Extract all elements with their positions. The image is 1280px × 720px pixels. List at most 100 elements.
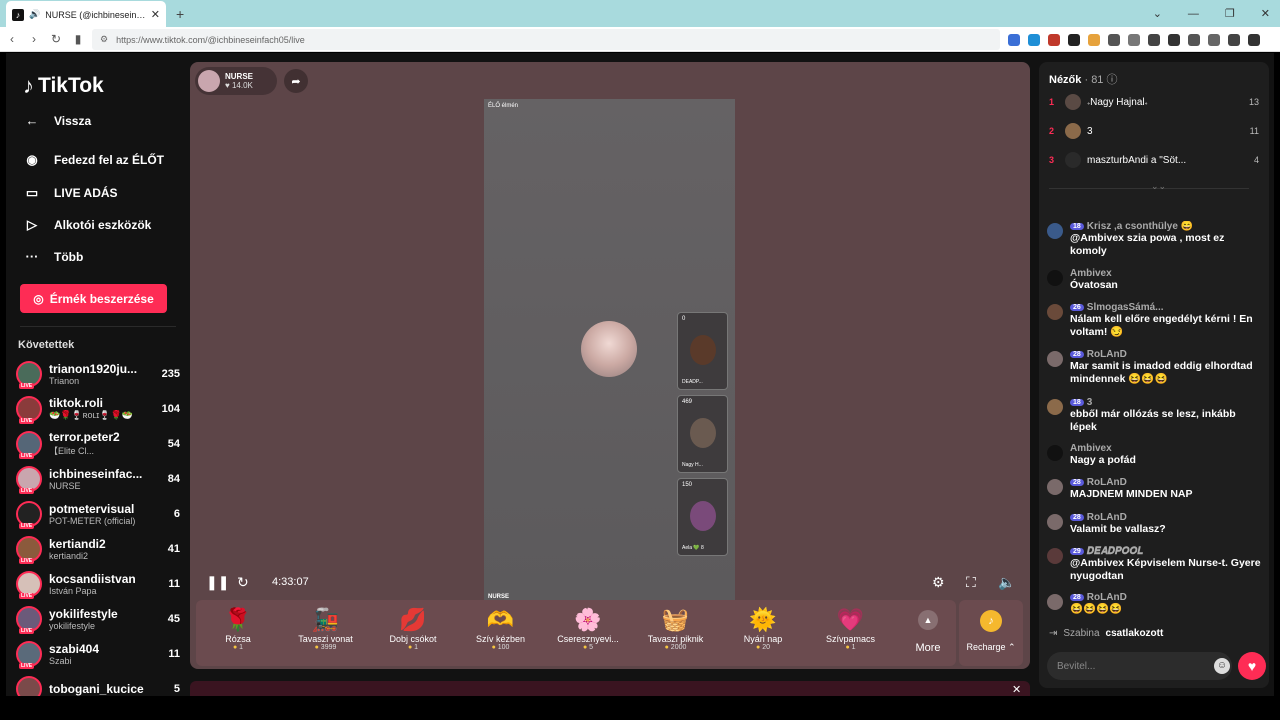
downloads-icon[interactable] [1208,33,1220,46]
top-viewer-row[interactable]: 3 maszturbAndi a "Söt... 4 [1049,150,1259,170]
minimize-button[interactable]: — [1188,8,1199,20]
emoji-icon[interactable]: ☺ [1214,658,1230,674]
info-icon[interactable]: ⓘ [1107,74,1118,86]
chat-input[interactable]: Bevitel... [1047,652,1232,680]
menu-icon[interactable] [1248,33,1260,46]
live-video-area: NURSE ♥ 14.0K ➦ ÉLŐ élmén 0 DEADP... 469… [190,62,1030,669]
stream-video[interactable]: ÉLŐ élmén 0 DEADP... 469 Nagy H... 150 A… [484,99,735,602]
chat-username[interactable]: Krisz ,a csonthülye 😄 [1087,221,1193,232]
bookmark-icon[interactable]: ▮ [68,32,88,46]
close-tab-icon[interactable]: ✕ [151,8,160,21]
following-item[interactable]: LIVE tiktok.roli 🥗🌹🍷ʀᴏʟɪ🍷🌹🥗 104 [16,391,180,426]
volume-icon[interactable]: 🔈 [998,574,1015,591]
following-name: tiktok.roli [49,396,104,410]
gift-item[interactable]: 🌹 Rózsa ● 1 [196,606,280,651]
avatar[interactable] [1047,399,1063,415]
tiktok-logo[interactable]: ♪ TikTok [23,73,104,99]
extension-icon[interactable] [1128,33,1140,46]
settings-icon[interactable]: ⚙ [932,574,945,591]
following-item[interactable]: LIVE kocsandiistvan István Papa 11 [16,566,180,601]
chat-username[interactable]: 3 [1087,397,1093,408]
browser-tab[interactable]: ♪ 🔊 NURSE (@ichbineseinfach05 ✕ [6,1,166,28]
speaker-icon[interactable]: 🔊 [29,9,40,20]
chat-username[interactable]: RoLAnD [1087,477,1127,488]
avatar[interactable] [1047,594,1063,610]
restore-button[interactable]: ❐ [1225,7,1235,20]
extension-icon[interactable] [1108,33,1120,46]
guest-box[interactable]: 150 Aela 💚 8 [677,478,728,556]
nav-creator-tools[interactable]: ▷ Alkotói eszközök [23,217,151,233]
extension-icon[interactable] [1088,33,1100,46]
following-item[interactable]: LIVE terror.peter2 【Elite Cl... 54 [16,426,180,461]
nav-explore-live[interactable]: ◉ Fedezd fel az ÉLŐT [23,152,164,168]
back-link[interactable]: ← Vissza [23,113,92,128]
gift-item[interactable]: 🌸 Cseresznyevi... ● 5 [546,606,630,651]
following-item[interactable]: LIVE ichbineseinfac... NURSE 84 [16,461,180,496]
url-field[interactable]: ⚙ https://www.tiktok.com/@ichbineseinfac… [92,29,1000,50]
following-item[interactable]: LIVE yokilifestyle yokilifestyle 45 [16,601,180,636]
tab-list-icon[interactable]: ⌄ [1153,7,1162,20]
pause-icon[interactable]: ❚❚ [206,574,229,591]
close-window-button[interactable]: ✕ [1261,7,1270,20]
chat-username[interactable]: RoLAnD [1087,349,1127,360]
gift-item[interactable]: 💋 Dobj csókot ● 1 [371,606,455,651]
new-tab-button[interactable]: + [176,6,184,22]
extension-icon[interactable] [1028,33,1040,46]
heart-like-button[interactable]: ♥ [1238,652,1266,680]
share-icon[interactable]: ➦ [284,69,308,93]
following-item[interactable]: LIVE kertiandi2 kertiandi2 41 [16,531,180,566]
avatar[interactable] [1047,548,1063,564]
guest-box[interactable]: 469 Nagy H... [677,395,728,473]
following-item[interactable]: LIVE trianon1920ju... Trianon 235 [16,356,180,391]
gift-item[interactable]: 🧺 Tavaszi piknik ● 2000 [634,606,718,651]
avatar[interactable] [1047,479,1063,495]
avatar[interactable] [1047,514,1063,530]
chat-username[interactable]: RoLAnD [1087,592,1127,603]
gift-item[interactable]: 💗 Szívpamacs ● 1 [809,606,893,651]
avatar[interactable] [1047,304,1063,320]
guest-box[interactable]: 0 DEADP... [677,312,728,390]
chat-username[interactable]: 𝑫𝑬𝑨𝑫𝑷𝑶𝑶𝑳 [1087,546,1144,557]
top-viewer-row[interactable]: 2 3 11 [1049,121,1259,141]
music-icon[interactable] [1148,33,1160,46]
chat-username[interactable]: Ambivex [1070,268,1112,279]
gift-item[interactable]: 🌞 Nyári nap ● 20 [721,606,805,651]
fullscreen-icon[interactable]: ⛶ [966,574,976,591]
get-coins-button[interactable]: ◎ Érmék beszerzése [20,284,167,313]
close-icon[interactable]: ✕ [1012,683,1021,696]
chat-username[interactable]: SlmogasSámá... [1087,302,1164,313]
shield-icon[interactable] [1228,33,1240,46]
forward-icon[interactable]: › [24,32,44,46]
gift-item[interactable]: 🚂 Tavaszi vonat ● 3999 [284,606,368,651]
wallet-icon[interactable] [1188,33,1200,46]
site-info-icon[interactable]: ⚙ [100,34,108,45]
stream-tag: ÉLŐ élmén [488,103,519,109]
avatar[interactable] [1047,445,1063,461]
back-icon[interactable]: ‹ [2,32,22,46]
sidebar-icon[interactable] [1168,33,1180,46]
nav-more[interactable]: ··· Több [23,249,84,264]
more-gifts-button[interactable]: ▲ More [908,606,948,654]
avatar[interactable] [1047,223,1063,239]
gift-item[interactable]: 🫶 Szív kézben ● 100 [459,606,543,651]
following-subtitle: NURSE [49,480,81,491]
hls-icon[interactable] [1048,33,1060,46]
chat-username[interactable]: RoLAnD [1087,512,1127,523]
translate-icon[interactable] [1008,33,1020,46]
chevron-down-icon[interactable]: ⌄⌄ [1151,181,1166,192]
following-item[interactable]: LIVE potmetervisual POT-METER (official) 6 [16,496,180,531]
host-info[interactable]: NURSE ♥ 14.0K [195,67,277,95]
avatar[interactable] [1047,351,1063,367]
following-item[interactable]: LIVE szabi404 Szabi 11 [16,636,180,671]
reload-icon[interactable]: ↻ [46,32,66,46]
chat-username[interactable]: Ambivex [1070,443,1112,454]
avatar[interactable] [1047,270,1063,286]
extension-icon[interactable] [1068,33,1080,46]
recharge-button[interactable]: ♪ Recharge ⌃ [959,600,1023,666]
left-sidebar: ♪ TikTok ← Vissza ◉ Fedezd fel az ÉLŐT ▭… [6,53,186,704]
bottom-banner[interactable] [190,681,1030,696]
top-viewer-row[interactable]: 1 𝆹Nagy Hajnal𝆹 13 [1049,92,1259,112]
refresh-icon[interactable]: ↻ [237,574,249,591]
viewer-count: 45 [167,612,180,625]
nav-live-broadcast[interactable]: ▭ LIVE ADÁS [23,185,118,201]
